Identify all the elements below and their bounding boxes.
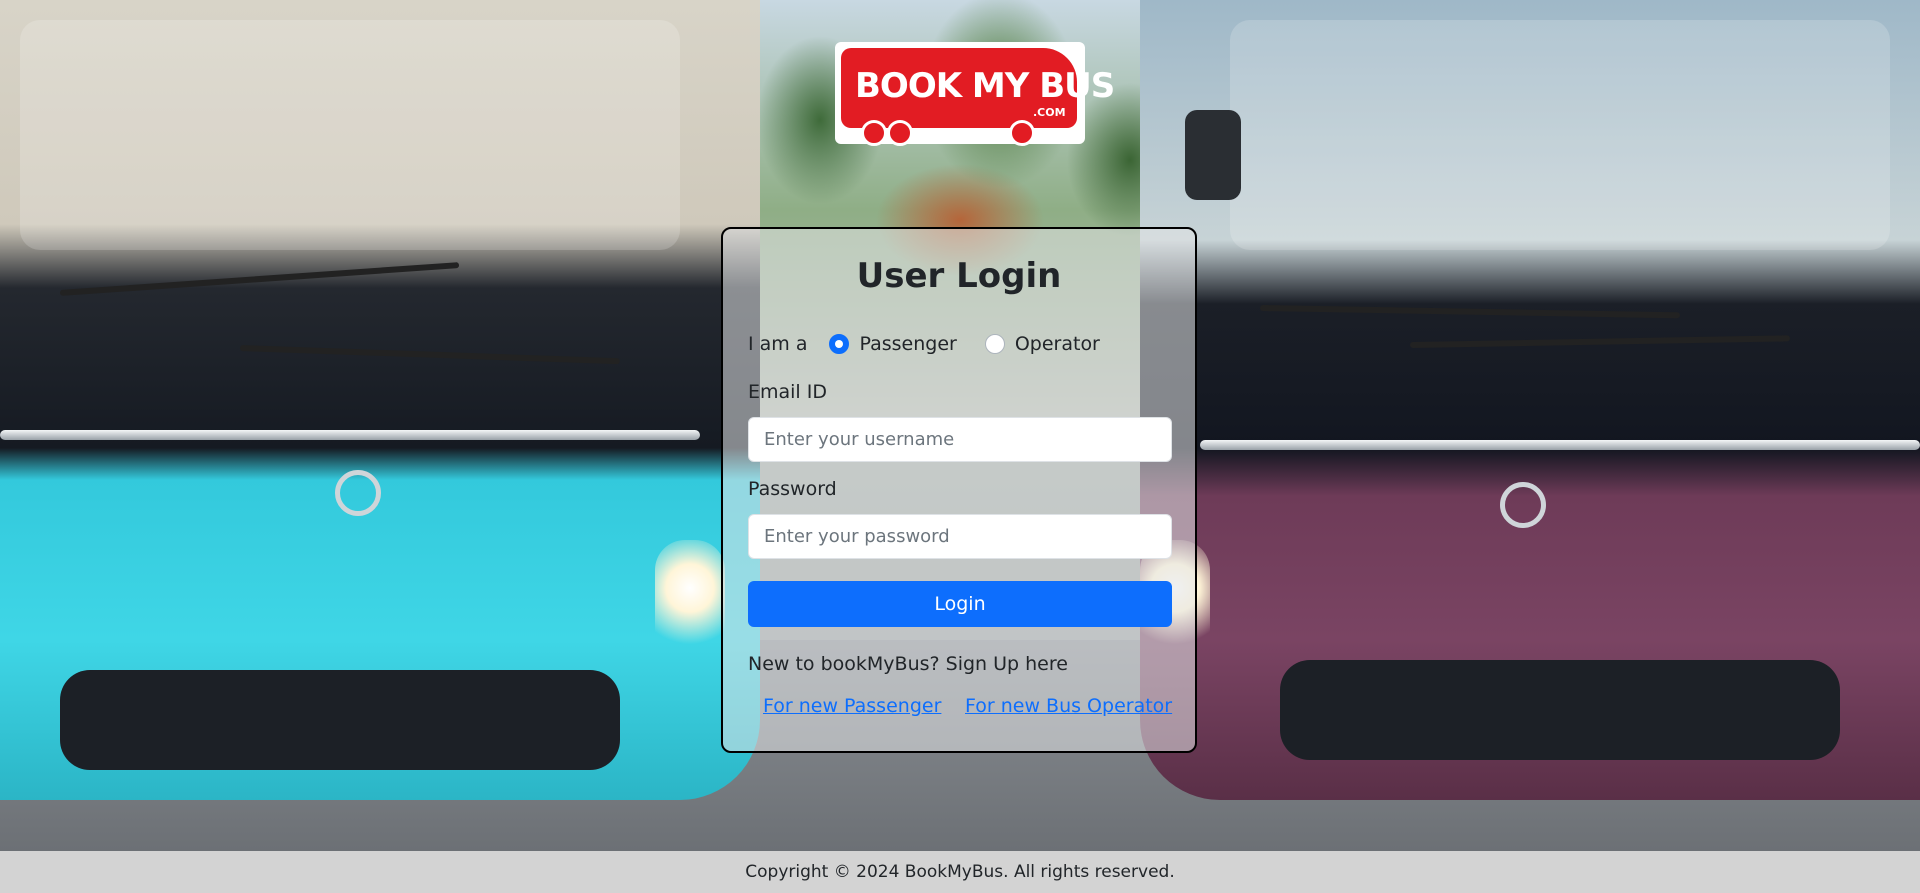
copyright-text: Copyright © 2024 BookMyBus. All rights r… bbox=[745, 862, 1175, 882]
signup-passenger-link[interactable]: For new Passenger bbox=[763, 695, 941, 717]
signup-operator-link[interactable]: For new Bus Operator bbox=[965, 695, 1172, 717]
bus-chrome-strip bbox=[1200, 440, 1920, 450]
passenger-radio-label[interactable]: Passenger bbox=[859, 333, 956, 355]
role-selector: I am a Passenger Operator bbox=[748, 329, 1128, 359]
bus-windshield bbox=[20, 20, 680, 250]
bus-grille bbox=[60, 670, 620, 770]
operator-radio[interactable] bbox=[984, 334, 1005, 354]
bookmybus-logo: BOOK MY BUS .COM bbox=[835, 42, 1115, 146]
signup-prompt: New to bookMyBus? Sign Up here bbox=[748, 653, 1068, 675]
logo-wheel bbox=[887, 120, 913, 146]
bus-grille bbox=[1280, 660, 1840, 760]
logo-bus-shape: BOOK MY BUS .COM bbox=[841, 48, 1115, 128]
bus-logo-emblem bbox=[1500, 482, 1546, 528]
logo-wheel bbox=[1009, 120, 1035, 146]
password-label: Password bbox=[748, 478, 837, 500]
background-bus-left bbox=[0, 0, 760, 800]
password-input[interactable] bbox=[748, 514, 1172, 559]
logo-text: BOOK MY BUS bbox=[855, 66, 1115, 106]
bus-headlight bbox=[655, 540, 725, 660]
page-footer: Copyright © 2024 BookMyBus. All rights r… bbox=[0, 851, 1920, 893]
passenger-radio[interactable] bbox=[829, 334, 850, 354]
login-button[interactable]: Login bbox=[748, 581, 1172, 627]
background-bus-right bbox=[1140, 0, 1920, 800]
bus-mirror bbox=[1185, 110, 1241, 200]
bus-wiper bbox=[239, 345, 620, 365]
bus-logo-emblem bbox=[335, 470, 381, 516]
email-input[interactable] bbox=[748, 417, 1172, 462]
bus-windshield bbox=[1230, 20, 1890, 250]
login-card: User Login I am a Passenger Operator Ema… bbox=[721, 227, 1197, 753]
bus-wiper bbox=[1259, 305, 1680, 319]
email-label: Email ID bbox=[748, 381, 827, 403]
operator-radio-label[interactable]: Operator bbox=[1015, 333, 1100, 355]
logo-subtext: .COM bbox=[1033, 106, 1066, 119]
login-title: User Login bbox=[856, 256, 1062, 296]
bus-wiper bbox=[59, 262, 460, 296]
logo-wheel bbox=[861, 120, 887, 146]
role-label: I am a bbox=[748, 333, 808, 355]
bus-wiper bbox=[1409, 335, 1790, 348]
bus-chrome-strip bbox=[0, 430, 700, 440]
